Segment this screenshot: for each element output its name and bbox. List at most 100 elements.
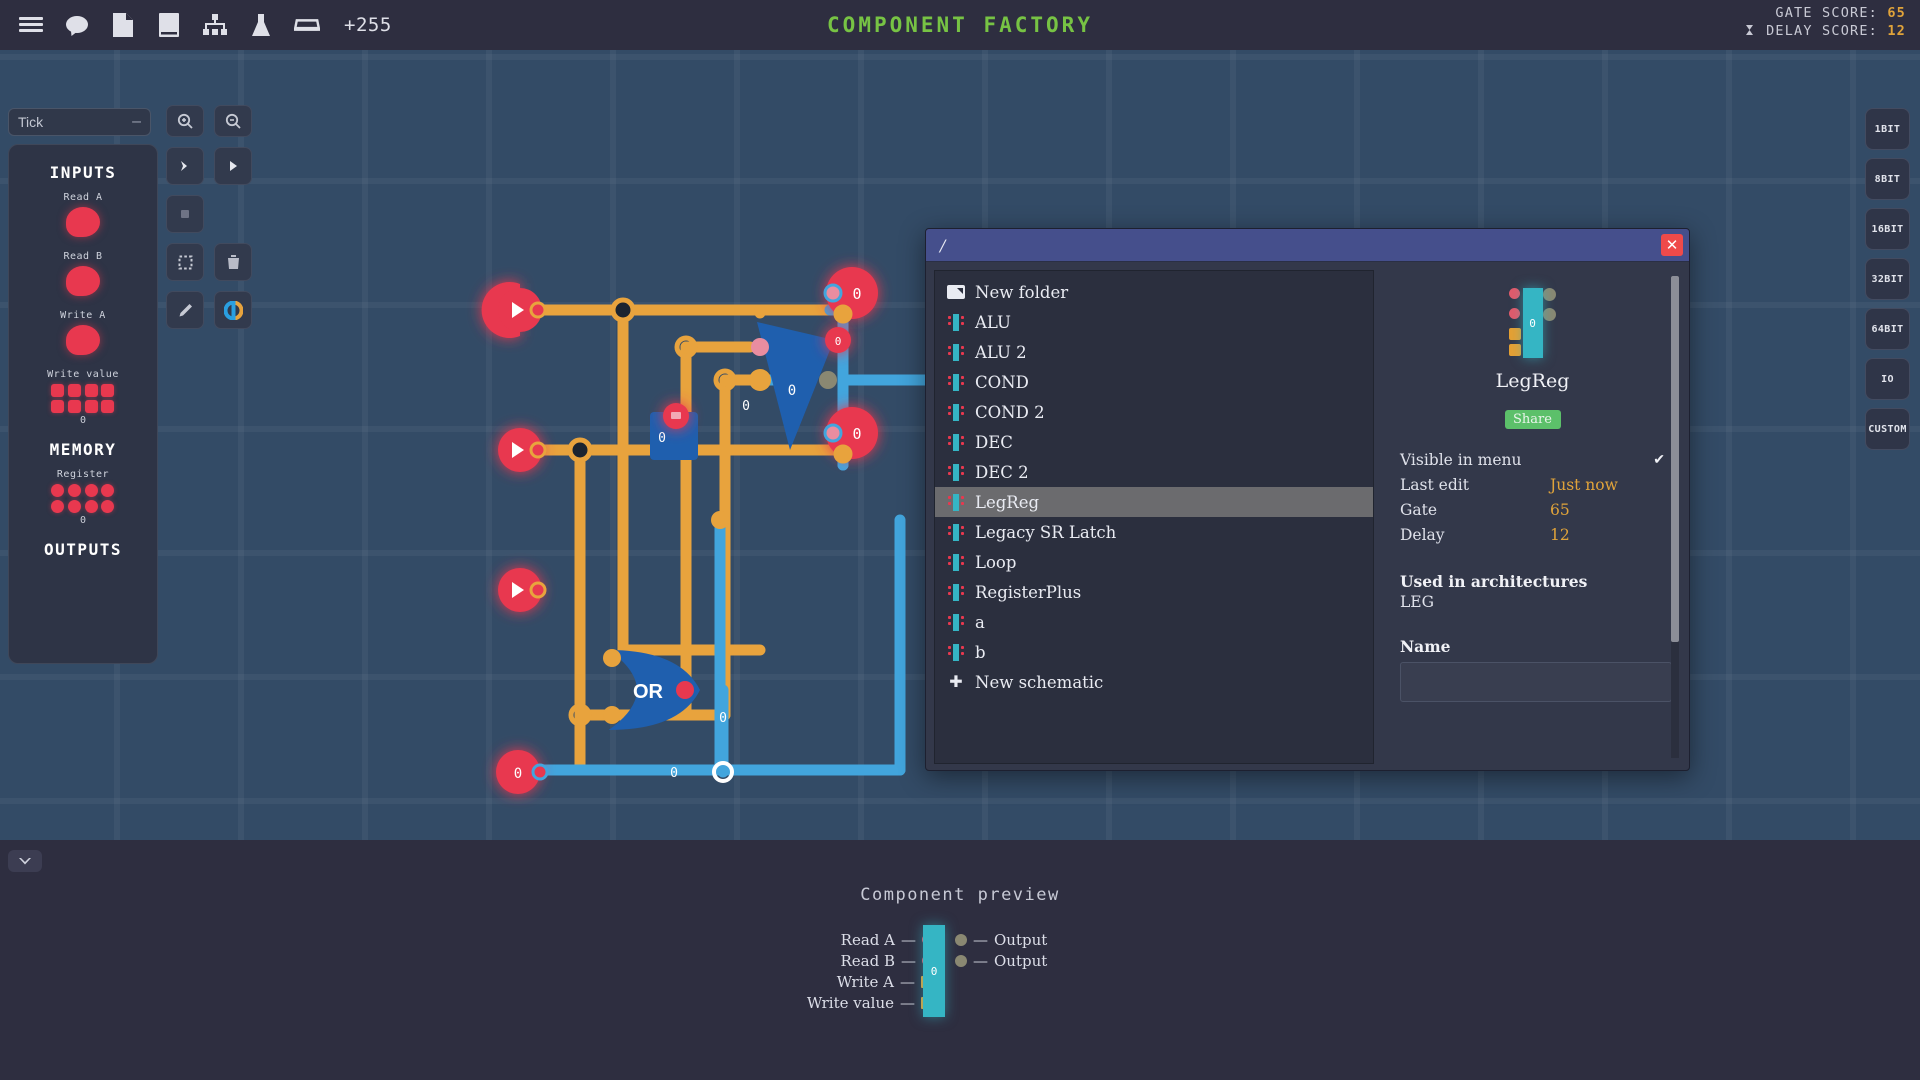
list-item-label: Loop — [975, 552, 1017, 572]
dialog-body: New folder ALU ALU 2 COND COND 2 DEC DEC… — [926, 262, 1689, 772]
list-item-cond-2[interactable]: COND 2 — [935, 397, 1373, 427]
list-item-new-folder[interactable]: New folder — [935, 277, 1373, 307]
toggle-bulb[interactable] — [66, 207, 100, 237]
gate-row: Gate 65 — [1400, 501, 1665, 519]
check-icon[interactable]: ✔ — [1653, 452, 1665, 468]
led-bit[interactable] — [67, 400, 81, 413]
flask-icon[interactable] — [248, 12, 274, 38]
bit-button-8bit[interactable]: 8BIT — [1865, 158, 1910, 200]
list-item-legacy-sr-latch[interactable]: Legacy SR Latch — [935, 517, 1373, 547]
dialog-titlebar[interactable]: / ✕ — [926, 229, 1689, 262]
svg-text:0: 0 — [514, 766, 522, 782]
led-bit[interactable] — [67, 384, 81, 397]
pencil-button[interactable] — [166, 291, 204, 329]
led-bit[interactable] — [84, 400, 98, 413]
component-detail-panel: 0 LegReg Share Visible in menu ✔ Last ed… — [1384, 270, 1681, 764]
list-item-loop[interactable]: Loop — [935, 547, 1373, 577]
play-button[interactable] — [214, 147, 252, 185]
delay-label: Delay — [1400, 526, 1445, 544]
led-bit[interactable] — [67, 500, 81, 513]
chat-icon[interactable] — [64, 12, 90, 38]
stop-button[interactable] — [166, 195, 204, 233]
score-panel: GATE SCORE: 65 DELAY SCORE: 12 — [1745, 4, 1906, 42]
scrollbar-thumb[interactable] — [1671, 276, 1679, 642]
step-button[interactable] — [166, 147, 204, 185]
led-bit[interactable] — [84, 500, 98, 513]
zoom-in-button[interactable] — [166, 105, 204, 137]
list-item-dec[interactable]: DEC — [935, 427, 1373, 457]
toggle-bulb[interactable] — [66, 325, 100, 355]
hierarchy-icon[interactable] — [202, 12, 228, 38]
led-bit[interactable] — [51, 500, 64, 513]
name-input[interactable] — [1400, 662, 1672, 702]
share-button[interactable]: Share — [1504, 410, 1561, 429]
list-item-registerplus[interactable]: RegisterPlus — [935, 577, 1373, 607]
zoom-out-button[interactable] — [214, 105, 252, 137]
led-bit[interactable] — [101, 484, 115, 497]
list-item-b[interactable]: b — [935, 637, 1373, 667]
list-item-label: a — [975, 612, 985, 632]
collapse-panel-button[interactable] — [8, 850, 42, 872]
list-item-legreg[interactable]: LegReg — [935, 487, 1373, 517]
input-pin-read-b[interactable]: Read B — [9, 251, 157, 296]
led-bit[interactable] — [51, 400, 64, 413]
led-bit[interactable] — [51, 384, 64, 397]
write-value-led-grid[interactable] — [51, 384, 115, 413]
book-icon[interactable] — [156, 12, 182, 38]
chip-icon — [947, 583, 965, 601]
tray-icon[interactable] — [294, 12, 320, 38]
tray-count-label: +255 — [344, 14, 392, 36]
close-icon[interactable]: ✕ — [1661, 234, 1683, 256]
list-item-label: COND 2 — [975, 402, 1045, 422]
component-preview-panel: Component preview Read A — Read B — Writ… — [0, 840, 1920, 1080]
list-item-label: New folder — [975, 282, 1069, 302]
list-item-dec-2[interactable]: DEC 2 — [935, 457, 1373, 487]
preview-left-pins: Read A — Read B — Write A — Write value … — [807, 929, 933, 1013]
led-bit[interactable] — [84, 484, 98, 497]
bit-button-32bit[interactable]: 32BIT — [1865, 258, 1910, 300]
list-item-new-schematic[interactable]: ✚ New schematic — [935, 667, 1373, 697]
list-item-a[interactable]: a — [935, 607, 1373, 637]
input-pin-write-value[interactable]: Write value 0 — [9, 369, 157, 426]
detail-scrollbar[interactable] — [1671, 276, 1679, 758]
led-bit[interactable] — [67, 484, 81, 497]
list-item-alu[interactable]: ALU — [935, 307, 1373, 337]
input-pin-label: Write A — [60, 310, 106, 321]
preview-pin-write-value: Write value — — [807, 992, 933, 1013]
list-item-cond[interactable]: COND — [935, 367, 1373, 397]
toggle-bulb[interactable] — [66, 266, 100, 296]
file-icon[interactable] — [110, 12, 136, 38]
bit-button-io[interactable]: IO — [1865, 358, 1910, 400]
visible-in-menu-row[interactable]: Visible in menu ✔ — [1400, 451, 1665, 469]
led-bit[interactable] — [101, 500, 115, 513]
bit-button-16bit[interactable]: 16BIT — [1865, 208, 1910, 250]
gate-value: 65 — [1550, 501, 1570, 519]
gate-score-row: GATE SCORE: 65 — [1745, 4, 1906, 22]
led-bit[interactable] — [51, 484, 64, 497]
led-bit[interactable] — [101, 400, 115, 413]
register-led-grid[interactable] — [51, 484, 115, 513]
led-bit[interactable] — [84, 384, 98, 397]
bit-button-1bit[interactable]: 1BIT — [1865, 108, 1910, 150]
led-bit[interactable] — [101, 384, 115, 397]
component-file-list[interactable]: New folder ALU ALU 2 COND COND 2 DEC DEC… — [934, 270, 1374, 764]
input-pin-write-a[interactable]: Write A — [9, 310, 157, 355]
gate-score-value: 65 — [1887, 5, 1906, 21]
menu-icon[interactable] — [18, 12, 44, 38]
used-in-architectures-label: Used in architectures — [1400, 572, 1588, 591]
chip-icon — [947, 493, 965, 511]
bit-button-custom[interactable]: CUSTOM — [1865, 408, 1910, 450]
input-pin-read-a[interactable]: Read A — [9, 192, 157, 237]
list-item-alu-2[interactable]: ALU 2 — [935, 337, 1373, 367]
memory-register[interactable]: Register 0 — [9, 469, 157, 526]
delete-button[interactable] — [214, 243, 252, 281]
select-area-button[interactable] — [166, 243, 204, 281]
chip-icon — [947, 313, 965, 331]
bit-button-64bit[interactable]: 64BIT — [1865, 308, 1910, 350]
name-field-label: Name — [1400, 637, 1451, 656]
simulation-mode-select[interactable]: Tick – — [8, 108, 151, 136]
list-item-label: ALU — [975, 312, 1011, 332]
color-ring-button[interactable] — [214, 291, 252, 329]
chip-icon — [947, 463, 965, 481]
list-item-label: COND — [975, 372, 1029, 392]
